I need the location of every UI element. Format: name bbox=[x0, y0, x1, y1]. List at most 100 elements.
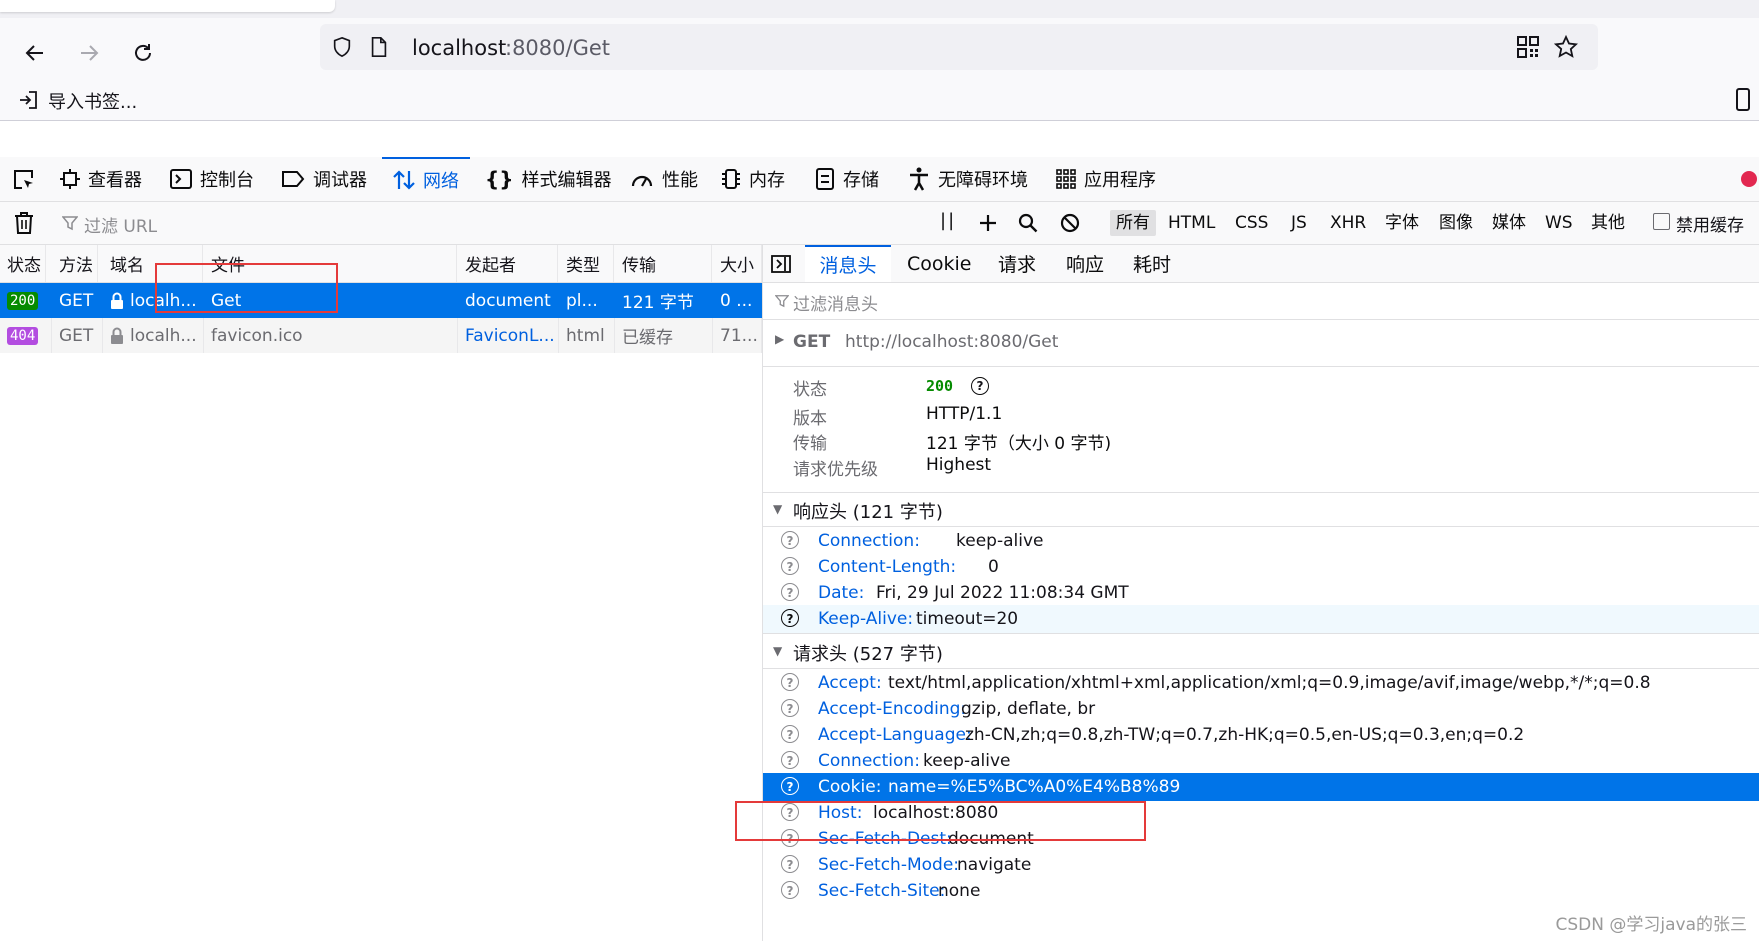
column-header-status[interactable]: 状态 bbox=[0, 245, 46, 282]
column-header-type[interactable]: 类型 bbox=[559, 245, 614, 282]
shield-icon[interactable] bbox=[331, 36, 353, 58]
table-row[interactable]: 200 GET localh... Get document pl... 121… bbox=[0, 283, 762, 318]
tab-headers[interactable]: 消息头 bbox=[805, 245, 891, 282]
console-icon bbox=[170, 169, 192, 189]
type-cell: pl... bbox=[566, 290, 598, 311]
filter-type-xhr[interactable]: XHR bbox=[1324, 210, 1372, 236]
help-icon[interactable]: ? bbox=[781, 557, 799, 575]
header-row[interactable]: ? Sec-Fetch-Mode: navigate bbox=[763, 851, 1759, 879]
browser-tab[interactable] bbox=[0, 0, 335, 12]
pause-icon[interactable]: || bbox=[940, 210, 956, 231]
search-icon[interactable] bbox=[1018, 213, 1038, 233]
method-cell: GET bbox=[52, 318, 103, 353]
error-count-badge[interactable] bbox=[1741, 171, 1757, 187]
header-row[interactable]: ? Connection: keep-alive bbox=[763, 747, 1759, 775]
header-row[interactable]: ? Content-Length: 0 bbox=[763, 553, 1759, 581]
tab-memory[interactable]: 内存 bbox=[721, 157, 785, 201]
chip-icon bbox=[722, 169, 740, 189]
help-icon[interactable]: ? bbox=[781, 699, 799, 717]
bookmark-star-icon[interactable] bbox=[1554, 35, 1578, 59]
filter-type-other[interactable]: 其他 bbox=[1585, 210, 1631, 236]
filter-type-html[interactable]: HTML bbox=[1162, 210, 1221, 236]
help-icon[interactable]: ? bbox=[781, 725, 799, 743]
plus-icon[interactable] bbox=[978, 213, 998, 233]
header-row[interactable]: ? Date: Fri, 29 Jul 2022 11:08:34 GMT bbox=[763, 579, 1759, 607]
size-cell: 71... bbox=[713, 318, 762, 353]
header-row[interactable]: ? Keep-Alive: timeout=20 bbox=[763, 605, 1759, 633]
header-row[interactable]: ? Accept-Encoding: gzip, deflate, br bbox=[763, 695, 1759, 723]
summary-value: Highest bbox=[926, 455, 992, 475]
tab-performance[interactable]: 性能 bbox=[630, 157, 698, 201]
initiator-cell[interactable]: FaviconL... bbox=[458, 318, 559, 353]
request-line[interactable]: ▶ GET http://localhost:8080/Get bbox=[763, 320, 1759, 367]
disable-cache-checkbox[interactable] bbox=[1653, 213, 1670, 230]
tab-accessibility[interactable]: 无障碍环境 bbox=[908, 157, 1028, 201]
filter-headers-input[interactable]: 过滤消息头 bbox=[793, 290, 878, 315]
column-header-transfer[interactable]: 传输 bbox=[615, 245, 712, 282]
column-header-initiator[interactable]: 发起者 bbox=[458, 245, 558, 282]
response-headers-toggle[interactable]: ▼ 响应头 (121 字节) bbox=[763, 492, 1759, 527]
filter-type-js[interactable]: JS bbox=[1285, 210, 1313, 236]
tab-cookies[interactable]: Cookie bbox=[897, 245, 982, 282]
help-icon[interactable]: ? bbox=[781, 881, 799, 899]
toggle-sidebar-icon[interactable] bbox=[771, 254, 791, 274]
table-row[interactable]: 404 GET localh... favicon.ico FaviconL..… bbox=[0, 318, 762, 353]
column-header-method[interactable]: 方法 bbox=[52, 245, 98, 282]
lock-icon bbox=[111, 292, 123, 309]
mobile-bookmarks-icon[interactable] bbox=[1735, 88, 1751, 112]
import-bookmarks-link[interactable]: 导入书签... bbox=[48, 88, 137, 114]
trash-icon[interactable] bbox=[14, 212, 34, 234]
reload-button[interactable] bbox=[126, 36, 160, 70]
help-icon[interactable]: ? bbox=[781, 583, 799, 601]
request-headers-toggle[interactable]: ▼ 请求头 (527 字节) bbox=[763, 633, 1759, 669]
accessibility-icon bbox=[910, 167, 928, 191]
tab-style-editor[interactable]: {} 样式编辑器 bbox=[485, 157, 611, 201]
tab-network[interactable]: 网络 bbox=[382, 157, 470, 201]
header-name: Content-Length: bbox=[818, 557, 957, 577]
help-icon[interactable]: ? bbox=[781, 751, 799, 769]
summary-row: 状态 200 ? bbox=[763, 375, 1759, 403]
annotation-box bbox=[155, 263, 338, 313]
help-icon[interactable]: ? bbox=[971, 377, 989, 395]
filter-type-all[interactable]: 所有 bbox=[1110, 210, 1156, 236]
tab-timings[interactable]: 耗时 bbox=[1123, 245, 1181, 282]
header-value: name=%E5%BC%A0%E4%B8%89 bbox=[888, 777, 1181, 797]
url-bar[interactable]: localhost :8080/Get bbox=[320, 24, 1598, 70]
tab-response[interactable]: 响应 bbox=[1056, 245, 1114, 282]
method-cell: GET bbox=[59, 290, 94, 311]
qr-code-icon[interactable] bbox=[1517, 36, 1539, 58]
tab-label: 控制台 bbox=[200, 170, 254, 191]
header-row[interactable]: ? Sec-Fetch-Site: none bbox=[763, 877, 1759, 905]
filter-type-css[interactable]: CSS bbox=[1229, 210, 1274, 236]
header-row[interactable]: ? Connection: keep-alive bbox=[763, 527, 1759, 555]
tab-application[interactable]: 应用程序 bbox=[1056, 157, 1156, 201]
help-icon[interactable]: ? bbox=[781, 855, 799, 873]
help-icon[interactable]: ? bbox=[781, 609, 799, 627]
url-path: :8080/Get bbox=[505, 36, 611, 60]
tab-inspector[interactable]: 查看器 bbox=[60, 157, 142, 201]
element-picker-icon[interactable] bbox=[12, 168, 36, 192]
tab-storage[interactable]: 存储 bbox=[815, 157, 879, 201]
filter-type-images[interactable]: 图像 bbox=[1433, 210, 1479, 236]
summary-value: 121 字节（大小 0 字节) bbox=[926, 434, 1112, 454]
filter-type-ws[interactable]: WS bbox=[1539, 210, 1579, 236]
back-button[interactable] bbox=[18, 36, 52, 70]
tab-request[interactable]: 请求 bbox=[988, 245, 1046, 282]
column-header-size[interactable]: 大小 bbox=[713, 245, 762, 282]
filter-icon bbox=[62, 216, 78, 231]
status-cell: 200 bbox=[0, 283, 52, 318]
header-row[interactable]: ? Cookie: name=%E5%BC%A0%E4%B8%89 bbox=[763, 773, 1759, 801]
header-row[interactable]: ? Accept-Language: zh-CN,zh;q=0.8,zh-TW;q=… bbox=[763, 721, 1759, 749]
help-icon[interactable]: ? bbox=[781, 777, 799, 795]
help-icon[interactable]: ? bbox=[781, 673, 799, 691]
help-icon[interactable]: ? bbox=[781, 531, 799, 549]
forward-button[interactable] bbox=[72, 36, 106, 70]
tab-label: 无障碍环境 bbox=[938, 170, 1028, 191]
tab-console[interactable]: 控制台 bbox=[170, 157, 254, 201]
filter-type-fonts[interactable]: 字体 bbox=[1379, 210, 1425, 236]
tab-debugger[interactable]: 调试器 bbox=[281, 157, 367, 201]
header-row[interactable]: ? Accept: text/html,application/xhtml+xml,… bbox=[763, 669, 1759, 697]
filter-url-input[interactable]: 过滤 URL bbox=[84, 212, 157, 237]
block-icon[interactable] bbox=[1060, 213, 1080, 233]
filter-type-media[interactable]: 媒体 bbox=[1486, 210, 1532, 236]
